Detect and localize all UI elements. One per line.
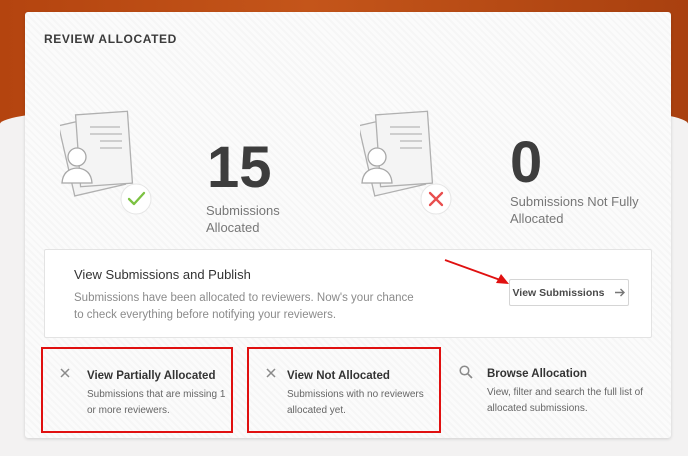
section-title: REVIEW ALLOCATED	[44, 32, 177, 46]
stat-not-fully-allocated: 0 Submissions Not Fully Allocated	[360, 105, 640, 226]
publish-panel: View Submissions and Publish Submissions…	[44, 249, 652, 338]
option-title: View Partially Allocated	[87, 370, 216, 382]
view-not-allocated-option[interactable]: View Not Allocated Submissions with no r…	[247, 347, 441, 433]
view-submissions-label: View Submissions	[512, 286, 605, 299]
search-icon	[459, 365, 473, 379]
review-allocated-card: REVIEW ALLOCATED 15 Submissions Allocate…	[25, 12, 671, 438]
not-allocated-count: 0	[510, 130, 543, 195]
browse-allocation-option[interactable]: Browse Allocation View, filter and searc…	[455, 347, 655, 433]
arrow-right-icon	[614, 288, 625, 297]
option-title: Browse Allocation	[487, 368, 587, 380]
option-description: View, filter and search the full list of…	[487, 387, 644, 414]
publish-heading: View Submissions and Publish	[74, 267, 251, 282]
document-check-icon	[60, 110, 152, 215]
option-description: Submissions that are missing 1 or more r…	[87, 389, 226, 416]
view-partially-allocated-option[interactable]: View Partially Allocated Submissions tha…	[41, 347, 233, 433]
close-icon	[266, 368, 276, 378]
not-allocated-label: Submissions Not Fully Allocated	[510, 194, 639, 226]
publish-description: Submissions have been allocated to revie…	[74, 292, 414, 321]
allocated-label: Submissions Allocated	[206, 203, 280, 235]
stat-allocated: 15 Submissions Allocated	[60, 105, 330, 235]
annotation-arrow	[444, 259, 509, 284]
option-title: View Not Allocated	[287, 370, 390, 382]
document-error-icon	[360, 110, 452, 215]
allocated-count: 15	[207, 135, 272, 200]
view-submissions-button[interactable]: View Submissions	[509, 279, 629, 306]
close-icon	[60, 368, 70, 378]
option-description: Submissions with no reviewers allocated …	[287, 389, 424, 416]
